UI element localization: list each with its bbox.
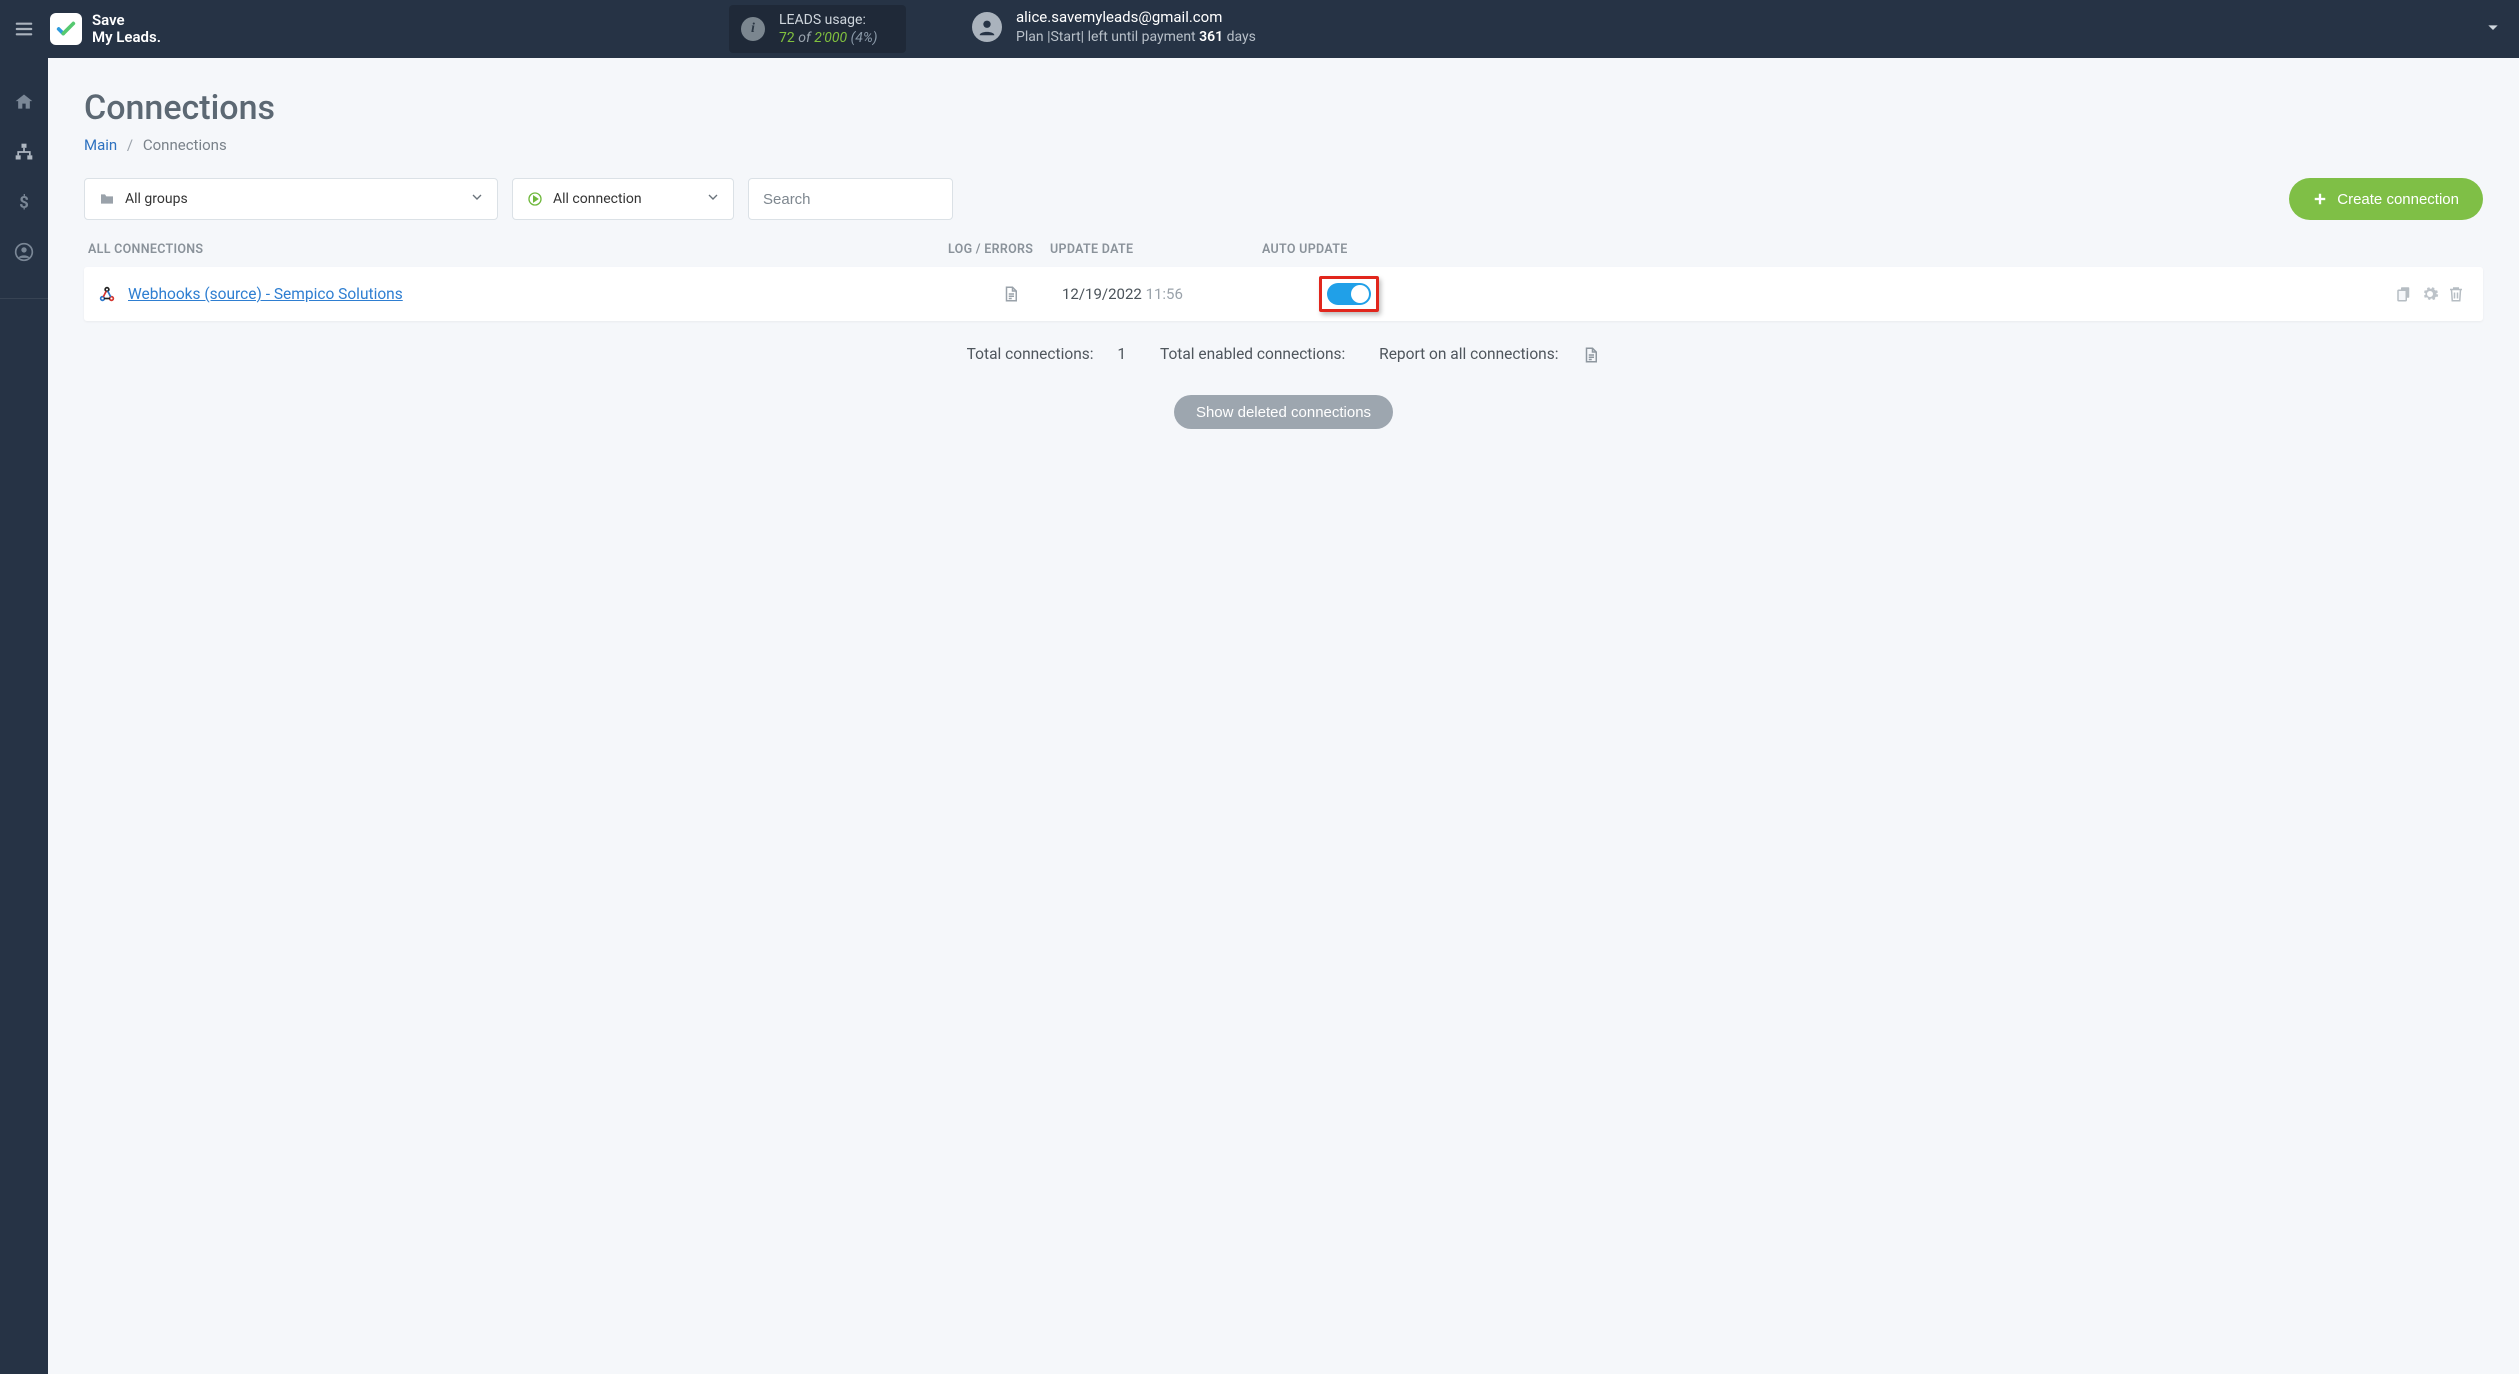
breadcrumb-main-link[interactable]: Main <box>84 136 117 154</box>
home-icon <box>14 92 34 112</box>
menu-toggle-button[interactable] <box>0 0 48 58</box>
document-icon <box>1002 285 1020 303</box>
sitemap-icon <box>14 142 34 162</box>
breadcrumb-current: Connections <box>143 136 227 154</box>
auto-update-toggle[interactable] <box>1327 283 1371 305</box>
breadcrumb: Main / Connections <box>84 136 2483 154</box>
svg-text:$: $ <box>19 194 29 212</box>
col-header-auto: Auto update <box>1262 242 1382 257</box>
chevron-down-icon <box>705 189 721 209</box>
sidebar: $ <box>0 58 48 1374</box>
sidebar-divider <box>0 298 48 299</box>
settings-connection-button[interactable] <box>2421 285 2439 303</box>
gear-icon <box>2421 285 2439 303</box>
leads-usage-text: LEADS usage: 72 of 2'000 (4%) <box>779 11 878 47</box>
col-header-update: Update date <box>1050 242 1262 257</box>
main-content: Connections Main / Connections All group… <box>48 58 2519 1374</box>
plus-icon <box>2313 192 2327 206</box>
logo-text: Save My Leads. <box>92 12 161 47</box>
user-plan-line: Plan |Start| left until payment 361 days <box>1016 28 1256 46</box>
play-circle-icon <box>527 191 543 207</box>
user-icon <box>14 242 34 262</box>
copy-connection-button[interactable] <box>2395 285 2413 303</box>
col-header-name: All connections <box>88 242 948 257</box>
info-icon: i <box>741 17 765 41</box>
sidebar-item-home[interactable] <box>0 88 48 116</box>
folder-icon <box>99 191 115 207</box>
sidebar-item-billing[interactable]: $ <box>0 188 48 216</box>
delete-connection-button[interactable] <box>2447 285 2465 303</box>
document-icon <box>1582 346 1600 364</box>
header-dropdown-toggle[interactable] <box>2485 20 2501 40</box>
show-deleted-button[interactable]: Show deleted connections <box>1174 395 1393 429</box>
highlight-annotation <box>1319 276 1379 312</box>
connection-update-date: 12/19/2022 11:56 <box>1062 285 1274 303</box>
user-account-panel[interactable]: alice.savemyleads@gmail.com Plan |Start|… <box>972 8 1256 46</box>
sidebar-item-connections[interactable] <box>0 138 48 166</box>
check-icon <box>55 18 77 40</box>
page-title: Connections <box>84 88 2483 128</box>
search-input[interactable] <box>748 178 953 220</box>
create-connection-button[interactable]: Create connection <box>2289 178 2483 220</box>
trash-icon <box>2447 285 2465 303</box>
chevron-down-icon <box>2485 20 2501 36</box>
report-download-button[interactable] <box>1582 347 1600 365</box>
hamburger-icon <box>13 18 35 40</box>
topbar: Save My Leads. i LEADS usage: 72 of 2'00… <box>0 0 2519 58</box>
dollar-icon: $ <box>14 192 34 212</box>
copy-icon <box>2395 285 2413 303</box>
connection-dropdown-label: All connection <box>553 191 642 207</box>
chevron-down-icon <box>469 189 485 209</box>
groups-dropdown-label: All groups <box>125 191 188 207</box>
logo-mark <box>50 13 82 45</box>
col-header-log: Log / Errors <box>948 242 1050 257</box>
table-header: All connections Log / Errors Update date… <box>84 242 2483 267</box>
user-email: alice.savemyleads@gmail.com <box>1016 8 1256 28</box>
avatar-icon <box>972 12 1002 42</box>
connection-status-dropdown[interactable]: All connection <box>512 178 734 220</box>
summary-row: Total connections: 1 Total enabled conne… <box>84 345 2483 365</box>
webhook-icon <box>98 285 116 303</box>
connection-name-link[interactable]: Webhooks (source) - Sempico Solutions <box>128 285 960 303</box>
leads-usage-panel[interactable]: i LEADS usage: 72 of 2'000 (4%) <box>729 5 906 53</box>
groups-dropdown[interactable]: All groups <box>84 178 498 220</box>
logo[interactable]: Save My Leads. <box>50 12 161 47</box>
connection-log-button[interactable] <box>960 285 1062 303</box>
connection-row: Webhooks (source) - Sempico Solutions 12… <box>84 267 2483 321</box>
sidebar-item-account[interactable] <box>0 238 48 266</box>
